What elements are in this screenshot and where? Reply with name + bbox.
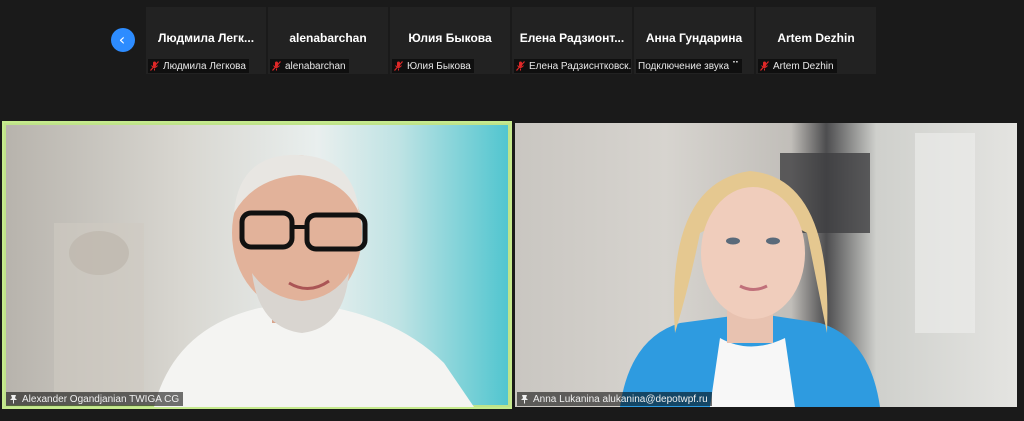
mic-muted-icon	[394, 61, 403, 71]
participant-label-text: Людмила Легкова	[163, 60, 246, 72]
chevron-left-icon: ‹	[118, 30, 126, 49]
participant-tile[interactable]: Artem Dezhin Artem Dezhin	[756, 7, 876, 74]
prev-page-button[interactable]: ‹	[111, 28, 135, 52]
video-tile-active-speaker[interactable]: Alexander Ogandjanian TWIGA CG	[2, 121, 512, 409]
participant-display-name: Юлия Быкова	[408, 31, 492, 45]
participant-name-label: Елена Радзиснтковск...	[514, 59, 631, 73]
participant-name-label: Anna Lukanina alukanina@depotwpf.ru	[517, 392, 712, 406]
participant-label-text: Елена Радзиснтковск...	[529, 60, 631, 72]
participant-tile[interactable]: Елена Радзионт... Елена Радзиснтковск...	[512, 7, 632, 74]
participant-display-name: Елена Радзионт...	[519, 31, 625, 45]
meeting-gallery: ‹ Людмила Легк... Людмила Легкова alenab…	[0, 0, 1024, 421]
participant-label-text: alenabarchan	[285, 60, 346, 72]
mic-muted-icon	[150, 61, 159, 71]
participant-display-name: alenabarchan	[289, 31, 367, 45]
participant-name-label: Людмила Легкова	[148, 59, 249, 73]
participant-name-label: Подключение звука ⠉	[636, 59, 743, 73]
mic-muted-icon	[516, 61, 525, 71]
participant-name-label: Artem Dezhin	[758, 59, 837, 73]
participant-label-text: Юлия Быкова	[407, 60, 471, 72]
mic-muted-icon	[760, 61, 769, 71]
participant-video-image	[54, 154, 474, 407]
participant-tile[interactable]: Юлия Быкова Юлия Быкова	[390, 7, 510, 74]
participant-name-label: Alexander Ogandjanian TWIGA CG	[6, 392, 184, 406]
participant-name-label: Юлия Быкова	[392, 59, 474, 73]
participant-label-text: Подключение звука ⠉	[638, 60, 740, 72]
participant-label-text: Artem Dezhin	[773, 60, 834, 72]
participant-tile[interactable]: Анна Гундарина Подключение звука ⠉	[634, 7, 754, 74]
video-tile[interactable]: Anna Lukanina alukanina@depotwpf.ru	[515, 123, 1017, 407]
participant-display-name: Людмила Легк...	[157, 31, 255, 45]
participant-display-name: Artem Dezhin	[777, 31, 855, 45]
participant-tile[interactable]: Людмила Легк... Людмила Легкова	[146, 7, 266, 74]
pin-icon	[521, 395, 528, 404]
pin-icon	[10, 395, 17, 404]
participant-tile[interactable]: alenabarchan alenabarchan	[268, 7, 388, 74]
participant-display-name: Анна Гундарина	[645, 31, 743, 45]
mic-muted-icon	[272, 61, 281, 71]
participant-video-image	[620, 133, 975, 407]
participant-strip: Людмила Легк... Людмила Легкова alenabar…	[146, 7, 878, 74]
participant-name-label: alenabarchan	[270, 59, 349, 73]
participant-label-text: Anna Lukanina alukanina@depotwpf.ru	[533, 393, 708, 405]
participant-label-text: Alexander Ogandjanian TWIGA CG	[22, 393, 180, 405]
